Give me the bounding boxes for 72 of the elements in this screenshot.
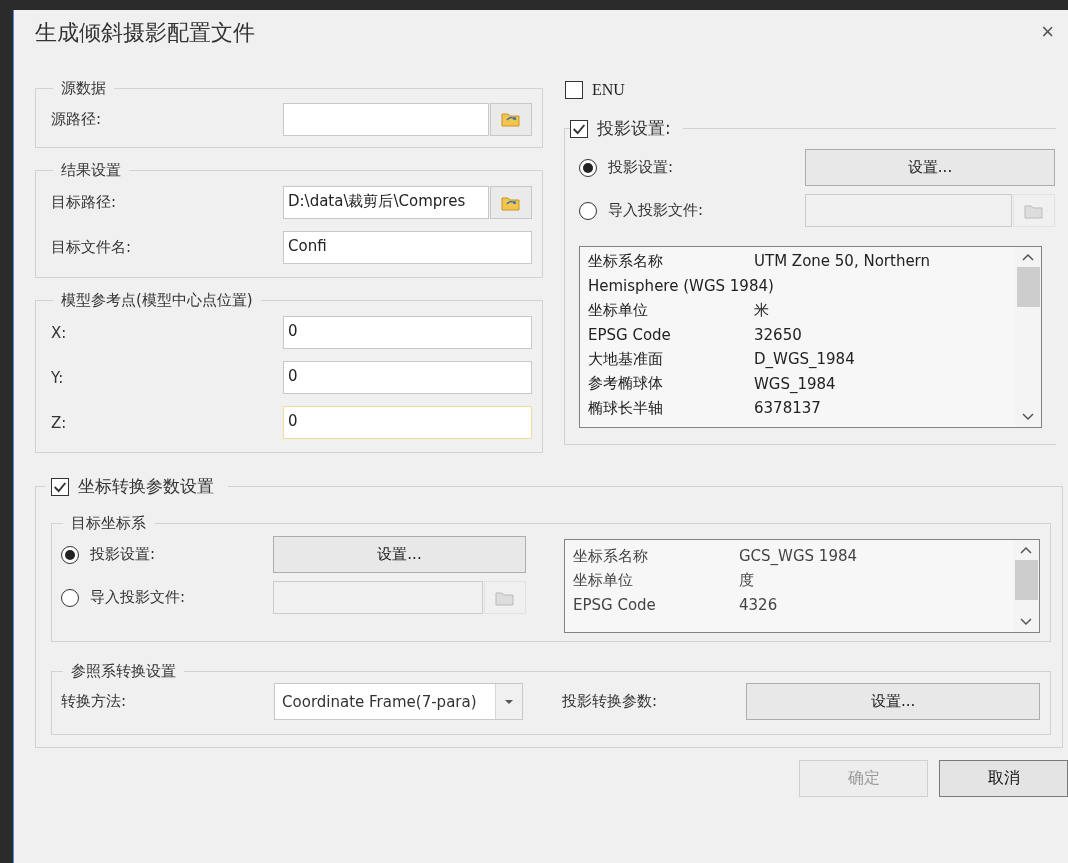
property-name: EPSG Code — [588, 325, 672, 344]
property-name: 坐标系名称 — [588, 251, 664, 271]
close-button[interactable]: × — [1027, 19, 1068, 45]
scroll-up-icon[interactable] — [1020, 546, 1032, 554]
property-value: GCS_WGS 1984 — [739, 547, 858, 566]
radio-label: 导入投影文件: — [90, 588, 187, 607]
radio-button[interactable] — [61, 545, 79, 564]
property-value: D_WGS_1984 — [754, 350, 855, 369]
field-label: Y: — [51, 368, 65, 387]
scroll-up-icon[interactable] — [1022, 253, 1034, 261]
checkbox[interactable] — [565, 81, 583, 99]
folder-icon — [501, 111, 521, 127]
field-label: 源路径: — [51, 109, 103, 129]
radio-label: 投影设置: — [90, 545, 157, 564]
field-label: 目标文件名: — [51, 238, 133, 257]
checkbox[interactable] — [570, 119, 588, 138]
settings-button[interactable]: 设置... — [273, 536, 526, 573]
property-name: 坐标单位 — [573, 571, 634, 591]
group-title: 结果设置 — [60, 161, 122, 180]
property-name: 参考椭球体 — [588, 374, 664, 394]
settings-button[interactable]: 设置... — [805, 149, 1055, 186]
scroll-thumb[interactable] — [1016, 267, 1040, 307]
checkbox-label: 投影设置: — [597, 117, 671, 140]
caret-icon — [504, 698, 514, 705]
group-title: 参照系转换设置 — [70, 662, 177, 681]
checkbox[interactable] — [51, 477, 69, 496]
property-value: WGS_1984 — [754, 374, 836, 393]
property-value: 米 — [754, 300, 769, 320]
input-field[interactable] — [273, 581, 483, 614]
input-field[interactable]: D:\data\裁剪后\Compres — [283, 186, 489, 219]
property-value: 6378137 — [754, 399, 821, 418]
checkbox-label: 坐标转换参数设置 — [78, 475, 214, 498]
folder-icon — [501, 194, 521, 211]
property-value: 度 — [739, 571, 754, 591]
input-field[interactable]: 0 — [283, 361, 532, 394]
scroll-down-icon[interactable] — [1020, 618, 1032, 626]
method-dropdown[interactable]: Coordinate Frame(7-para) — [274, 683, 523, 720]
field-label: 目标路径: — [51, 193, 118, 212]
checkbox-label: ENU — [592, 81, 625, 99]
radio-label: 导入投影文件: — [608, 201, 705, 220]
radio-label: 投影设置: — [608, 158, 675, 177]
input-field[interactable]: Confi — [283, 231, 532, 264]
property-value: 32650 — [754, 325, 802, 344]
settings-button[interactable]: 设置... — [746, 683, 1040, 720]
input-field[interactable] — [805, 194, 1012, 227]
field-label: Z: — [51, 413, 68, 432]
scroll-down-icon[interactable] — [1022, 413, 1034, 421]
field-label: 投影转换参数: — [562, 692, 659, 711]
folder-icon — [495, 589, 515, 606]
property-name: 坐标单位 — [588, 300, 649, 320]
input-field[interactable]: 0 — [283, 406, 532, 439]
group-title: 目标坐标系 — [70, 514, 147, 533]
property-value: 4326 — [739, 596, 778, 615]
property-name: 椭球长半轴 — [588, 398, 664, 418]
cancel-button[interactable]: 取消 — [939, 760, 1068, 797]
group-title: 源数据 — [60, 79, 107, 98]
property-name: 大地基准面 — [588, 349, 664, 369]
field-label: X: — [51, 323, 68, 342]
property-name: 坐标系名称 — [573, 546, 649, 566]
property-value: Hemisphere (WGS 1984) — [588, 276, 774, 295]
radio-button[interactable] — [579, 201, 597, 220]
radio-button[interactable] — [579, 158, 597, 177]
group-title: 模型参考点(模型中心点位置) — [60, 291, 254, 310]
window-title: 生成倾斜摄影配置文件 — [35, 19, 255, 47]
input-field[interactable] — [283, 102, 489, 136]
folder-icon — [1024, 202, 1044, 219]
property-name: EPSG Code — [573, 596, 657, 615]
field-label: 转换方法: — [61, 692, 128, 711]
input-field[interactable]: 0 — [283, 316, 532, 349]
scroll-thumb[interactable] — [1014, 560, 1038, 600]
radio-button[interactable] — [61, 588, 79, 607]
property-value: UTM Zone 50, Northern — [754, 252, 931, 271]
